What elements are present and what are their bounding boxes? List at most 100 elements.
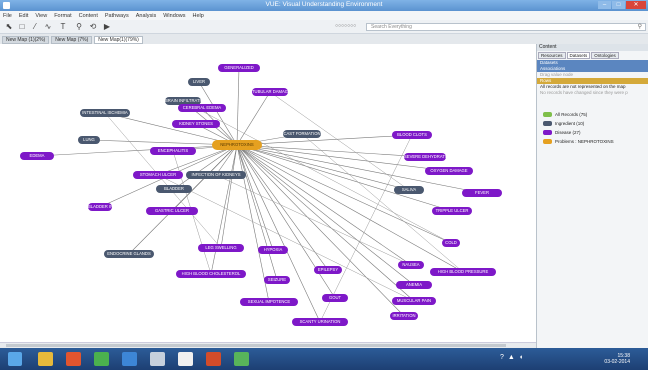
graph-node[interactable]: LUNG xyxy=(78,136,100,144)
graph-node[interactable]: EDEMA xyxy=(20,152,54,160)
graph-edge xyxy=(236,67,240,146)
clock[interactable]: 15:38 03-02-2014 xyxy=(604,353,630,365)
graph-node[interactable]: KIDNEY STONES xyxy=(172,120,220,128)
panel-tabs: Resources Datasets Ontologies xyxy=(537,51,648,60)
rectangle-tool-icon[interactable]: □ xyxy=(17,22,27,32)
help-icon[interactable]: ? xyxy=(500,354,504,361)
graph-node[interactable]: ANEMIA xyxy=(396,281,432,289)
menu-edit[interactable]: Edit xyxy=(19,13,28,19)
graph-edge xyxy=(236,91,271,146)
tab-ontologies[interactable]: Ontologies xyxy=(591,52,619,59)
legend-ingredient[interactable]: Ingredient (10) xyxy=(543,119,648,128)
panel-title: Content xyxy=(537,44,648,51)
menu-content[interactable]: Content xyxy=(79,13,98,19)
text-tool-icon[interactable]: T xyxy=(58,22,68,32)
legend-disease[interactable]: Disease (27) xyxy=(543,128,648,137)
map-tabs: New Map (1)(2%) New Map (7%) New Map(1)(… xyxy=(0,34,648,44)
vue-app-icon[interactable] xyxy=(178,352,193,366)
scrollbar-thumb[interactable] xyxy=(6,344,506,347)
legend-all-records[interactable]: All Records (75) xyxy=(543,110,648,119)
search-placeholder: Search Everything xyxy=(371,24,412,30)
menu-file[interactable]: File xyxy=(3,13,12,19)
close-button[interactable]: ✕ xyxy=(626,1,646,9)
clock-date: 03-02-2014 xyxy=(604,359,630,365)
graph-node[interactable]: GOUT xyxy=(322,294,348,302)
panel-row-checkbox-2[interactable]: No records have changed since they were … xyxy=(537,90,648,96)
window-controls: – □ ✕ xyxy=(598,1,646,9)
network-icon[interactable]: ▲ xyxy=(508,354,515,361)
document-icon[interactable] xyxy=(150,352,165,366)
zoom-tool-icon[interactable]: ⚲ xyxy=(74,22,84,32)
graph-node[interactable]: TRIPPLE ULCER xyxy=(432,207,472,215)
graph-node[interactable]: SEVERE DEHYDRATION xyxy=(404,153,446,161)
graph-node[interactable]: GASTRIC ULCER xyxy=(146,207,198,215)
pathway-tool-icon[interactable]: ⟲ xyxy=(88,22,98,32)
maximize-button[interactable]: □ xyxy=(612,1,625,9)
store-icon[interactable] xyxy=(122,352,137,366)
search-icon: ⚲ xyxy=(637,24,642,30)
graph-node[interactable]: NAUSEA xyxy=(398,261,424,269)
file-explorer-icon[interactable] xyxy=(38,352,53,366)
dataset-legend: All Records (75) Ingredient (10) Disease… xyxy=(537,110,648,146)
graph-node[interactable]: EPILEPSY xyxy=(314,266,342,274)
menu-format[interactable]: Format xyxy=(54,13,71,19)
graph-node[interactable]: STOMACH ULCER xyxy=(133,171,183,179)
center-node[interactable]: NEPHROTOXINS xyxy=(212,140,262,150)
graph-node[interactable]: BLADDER xyxy=(156,185,192,193)
search-input[interactable]: Search Everything ⚲ xyxy=(366,23,646,31)
graph-node[interactable]: SEXUAL IMPOTENCE xyxy=(240,298,298,306)
graph-node[interactable]: INTESTINAL ISCHEMIA xyxy=(80,109,130,117)
menu-pathways[interactable]: Pathways xyxy=(105,13,129,19)
graph-edge xyxy=(236,144,426,158)
graph-node[interactable]: OXYGEN DAMAGE xyxy=(425,167,473,175)
graph-node[interactable]: BLADDER INFECTION xyxy=(88,203,112,211)
graph-node[interactable]: LEG SWELLING xyxy=(198,244,244,252)
graph-node[interactable]: TUBULAR DAMAGE xyxy=(252,88,288,96)
graph-node[interactable]: ENDOCRINE GLANDS xyxy=(104,250,154,258)
graph-node[interactable]: HYPOXIA xyxy=(258,246,288,254)
menu-view[interactable]: View xyxy=(35,13,47,19)
tab-map-1[interactable]: New Map (1)(2%) xyxy=(2,36,50,44)
graph-node[interactable]: FEVER xyxy=(462,189,502,197)
minimize-button[interactable]: – xyxy=(598,1,611,9)
map-canvas[interactable]: GENERALIZED LIVER TUBULAR DAMAGE BRAIN INFI… xyxy=(0,44,536,342)
volume-icon[interactable]: ◖ xyxy=(519,354,523,361)
graph-node[interactable]: IRRITATION xyxy=(390,312,418,320)
legend-problems[interactable]: Problems : NEPHROTOXINS xyxy=(543,137,648,146)
graph-edge xyxy=(236,144,321,323)
graph-node[interactable]: LIVER xyxy=(188,78,210,86)
tab-map-3[interactable]: New Map(1)(79%) xyxy=(94,36,143,44)
menu-help[interactable]: Help xyxy=(193,13,204,19)
spreadsheet-icon[interactable] xyxy=(234,352,249,366)
select-tool-icon[interactable]: ⬉ xyxy=(4,22,14,32)
graph-node[interactable]: SEIZURE xyxy=(264,276,290,284)
graph-node[interactable]: SALIVA xyxy=(394,186,424,194)
graph-node[interactable]: INFECTION OF KIDNEYS xyxy=(186,171,246,179)
graph-node[interactable]: MUSCULAR PAIN xyxy=(392,297,436,305)
graph-node[interactable]: SCANTY URINATION xyxy=(292,318,348,326)
presentation-tool-icon[interactable]: ▶ xyxy=(102,22,112,32)
graph-node[interactable]: HIGH BLOOD CHOLESTEROL xyxy=(176,270,246,278)
menu-windows[interactable]: Windows xyxy=(163,13,185,19)
graph-node[interactable]: HIGH BLOOD PRESSURE xyxy=(430,268,496,276)
browser-icon[interactable] xyxy=(66,352,81,366)
tab-datasets[interactable]: Datasets xyxy=(566,52,591,59)
graph-edge xyxy=(210,144,238,275)
chrome-icon[interactable] xyxy=(94,352,109,366)
graph-node[interactable]: BLOOD CLOTS xyxy=(392,131,432,139)
graph-edge xyxy=(220,144,238,249)
start-button-icon[interactable] xyxy=(8,352,22,366)
tab-resources[interactable]: Resources xyxy=(538,52,566,59)
menu-bar: File Edit View Format Content Pathways A… xyxy=(0,11,648,20)
graph-node[interactable]: GENERALIZED xyxy=(218,64,260,72)
graph-node[interactable]: CEREBRAL EDEMA xyxy=(178,104,226,112)
media-icon[interactable] xyxy=(206,352,221,366)
line-tool-icon[interactable]: ⁄ xyxy=(30,22,40,32)
window-titlebar: VUE: Visual Understanding Environment – … xyxy=(0,0,648,11)
graph-node[interactable]: ENCEPHALITIS xyxy=(150,147,196,155)
curve-tool-icon[interactable]: ∿ xyxy=(43,22,53,32)
tab-map-2[interactable]: New Map (7%) xyxy=(51,36,93,44)
graph-node[interactable]: CAST FORMATION xyxy=(283,130,321,138)
graph-node[interactable]: COLD xyxy=(442,239,460,247)
menu-analysis[interactable]: Analysis xyxy=(136,13,156,19)
